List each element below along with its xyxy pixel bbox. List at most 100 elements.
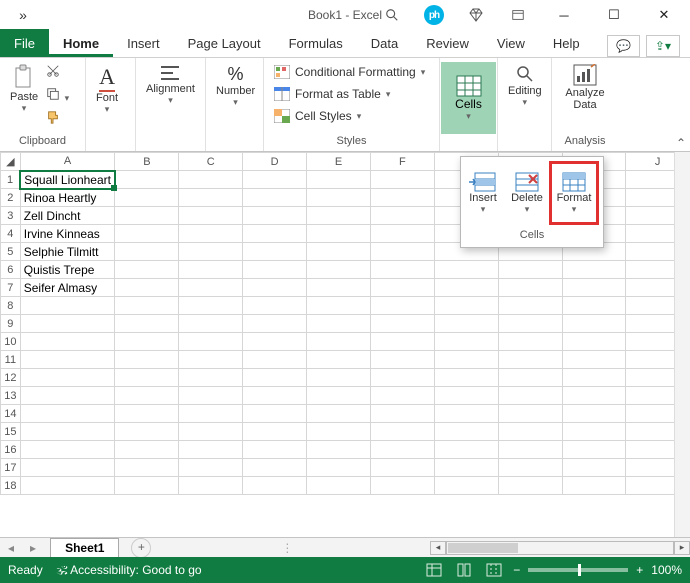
- cell[interactable]: [179, 315, 243, 333]
- cell[interactable]: [115, 225, 179, 243]
- cell[interactable]: [115, 387, 179, 405]
- cell[interactable]: [370, 441, 434, 459]
- cell[interactable]: [307, 459, 371, 477]
- cell[interactable]: [498, 261, 562, 279]
- format-cells-button[interactable]: Format▾: [549, 161, 599, 225]
- row-header[interactable]: 15: [1, 423, 21, 441]
- row-header[interactable]: 9: [1, 315, 21, 333]
- cell[interactable]: [179, 243, 243, 261]
- tab-formulas[interactable]: Formulas: [275, 31, 357, 57]
- cell[interactable]: [307, 477, 371, 495]
- zoom-in-button[interactable]: +: [636, 563, 643, 577]
- cell[interactable]: [20, 477, 115, 495]
- cell[interactable]: [243, 315, 307, 333]
- cell[interactable]: [562, 315, 626, 333]
- cell[interactable]: [115, 189, 179, 207]
- format-as-table-button[interactable]: Format as Table▾: [272, 86, 427, 102]
- cell[interactable]: [307, 405, 371, 423]
- cell[interactable]: [20, 315, 115, 333]
- cell[interactable]: [307, 387, 371, 405]
- cell[interactable]: [434, 477, 498, 495]
- col-header[interactable]: C: [179, 153, 243, 171]
- cell[interactable]: [370, 171, 434, 189]
- row-header[interactable]: 1: [1, 171, 21, 189]
- cell[interactable]: [434, 405, 498, 423]
- cell[interactable]: [179, 171, 243, 189]
- ribbon-display-icon[interactable]: [500, 1, 536, 29]
- cell[interactable]: [20, 405, 115, 423]
- cell[interactable]: [434, 351, 498, 369]
- format-painter-icon[interactable]: [46, 110, 69, 129]
- cell[interactable]: [370, 333, 434, 351]
- cell[interactable]: [498, 423, 562, 441]
- sheet-nav-next[interactable]: ▸: [22, 541, 44, 555]
- cell[interactable]: [179, 369, 243, 387]
- tab-data[interactable]: Data: [357, 31, 412, 57]
- cell[interactable]: [434, 459, 498, 477]
- cell[interactable]: Irvine Kinneas: [20, 225, 115, 243]
- cell[interactable]: [370, 351, 434, 369]
- row-header[interactable]: 13: [1, 387, 21, 405]
- cell[interactable]: [307, 261, 371, 279]
- cell[interactable]: Zell Dincht: [20, 207, 115, 225]
- close-button[interactable]: ✕: [642, 1, 686, 29]
- cell[interactable]: [115, 243, 179, 261]
- cell[interactable]: [179, 189, 243, 207]
- cell[interactable]: [243, 477, 307, 495]
- share-button[interactable]: ⇪▾: [646, 35, 680, 57]
- row-header[interactable]: 17: [1, 459, 21, 477]
- cell[interactable]: [307, 369, 371, 387]
- cell[interactable]: [307, 297, 371, 315]
- cell[interactable]: [115, 333, 179, 351]
- cell[interactable]: [179, 333, 243, 351]
- row-header[interactable]: 12: [1, 369, 21, 387]
- cell[interactable]: [370, 459, 434, 477]
- cell[interactable]: [179, 441, 243, 459]
- cell[interactable]: [20, 351, 115, 369]
- cell[interactable]: [20, 333, 115, 351]
- cell[interactable]: [243, 333, 307, 351]
- row-header[interactable]: 4: [1, 225, 21, 243]
- cell[interactable]: [179, 387, 243, 405]
- cell[interactable]: [20, 387, 115, 405]
- zoom-level[interactable]: 100%: [651, 563, 682, 577]
- cell[interactable]: [243, 261, 307, 279]
- cell[interactable]: [562, 333, 626, 351]
- cell[interactable]: [562, 297, 626, 315]
- cell[interactable]: [498, 387, 562, 405]
- cell[interactable]: [115, 477, 179, 495]
- cell[interactable]: [115, 459, 179, 477]
- cell[interactable]: [307, 333, 371, 351]
- page-break-view-icon[interactable]: [483, 561, 505, 579]
- cell[interactable]: [20, 369, 115, 387]
- cell[interactable]: [243, 207, 307, 225]
- cell[interactable]: [307, 171, 371, 189]
- cell[interactable]: [370, 189, 434, 207]
- cell[interactable]: [307, 423, 371, 441]
- cell[interactable]: [243, 387, 307, 405]
- cell[interactable]: [498, 405, 562, 423]
- row-header[interactable]: 7: [1, 279, 21, 297]
- horizontal-scrollbar[interactable]: ◂▸: [430, 540, 690, 556]
- row-header[interactable]: 8: [1, 297, 21, 315]
- cell[interactable]: [370, 405, 434, 423]
- tab-review[interactable]: Review: [412, 31, 483, 57]
- cell[interactable]: [434, 441, 498, 459]
- cut-icon[interactable]: [46, 64, 69, 83]
- cell[interactable]: [498, 333, 562, 351]
- cell[interactable]: [434, 261, 498, 279]
- cell[interactable]: [434, 297, 498, 315]
- cell[interactable]: [115, 279, 179, 297]
- cell[interactable]: [498, 315, 562, 333]
- collapse-ribbon-icon[interactable]: ⌃: [676, 136, 686, 150]
- cell[interactable]: Squall Lionheart: [20, 171, 115, 189]
- comments-button[interactable]: 💬: [607, 35, 640, 57]
- tab-insert[interactable]: Insert: [113, 31, 174, 57]
- cell[interactable]: [115, 405, 179, 423]
- cell[interactable]: [307, 225, 371, 243]
- number-button[interactable]: % Number▾: [212, 62, 259, 110]
- cell[interactable]: [562, 423, 626, 441]
- cell[interactable]: [562, 459, 626, 477]
- cell[interactable]: [243, 351, 307, 369]
- cell[interactable]: [115, 441, 179, 459]
